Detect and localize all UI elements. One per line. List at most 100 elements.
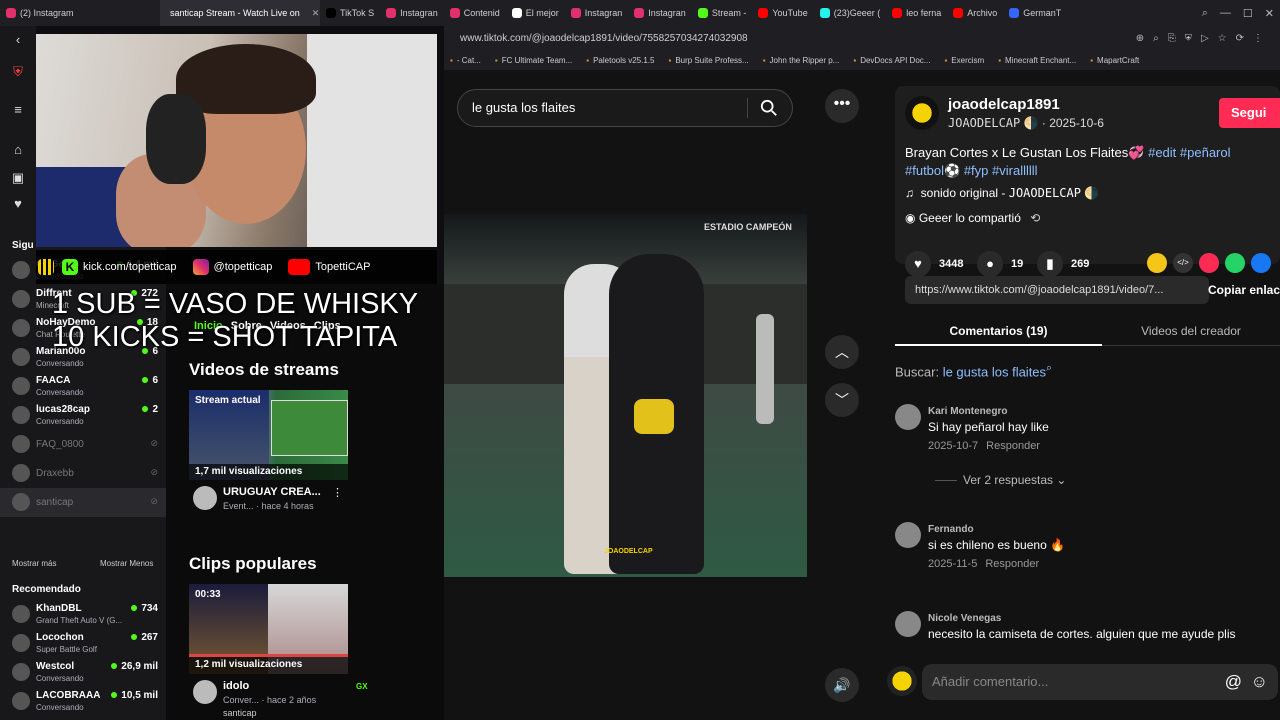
sidebar-channel[interactable]: lucas28cap Conversando 2: [0, 401, 166, 430]
shared-by-text: Geeer lo compartió: [918, 211, 1021, 225]
facebook-icon[interactable]: [1251, 253, 1271, 273]
avatar[interactable]: [895, 522, 921, 548]
sidebar-channel[interactable]: FAQ_0800 ⊘: [0, 430, 166, 459]
reply-button[interactable]: Responder: [985, 558, 1039, 570]
offline-icon: ⊘: [150, 467, 158, 477]
sound-row[interactable]: ♫ sonido original - JOAODELCAP 🌗: [905, 186, 1099, 200]
browser-tab[interactable]: santicap Stream - Watch Live on ✕: [160, 0, 320, 26]
close-icon[interactable]: ✕: [1265, 7, 1274, 20]
whatsapp-icon[interactable]: [1225, 253, 1245, 273]
browser-tab[interactable]: GermanT: [1003, 0, 1067, 26]
search-icon[interactable]: [760, 99, 778, 117]
browser-tab[interactable]: Instagran: [565, 0, 629, 26]
browse-icon[interactable]: ▣: [10, 170, 26, 186]
sidebar-channel[interactable]: KhanDBL Grand Theft Auto V (G... 734: [0, 600, 166, 629]
tab-label: Stream -: [711, 8, 747, 18]
more-options-icon[interactable]: ⋮: [332, 486, 343, 499]
view-replies-button[interactable]: Ver 2 respuestas ⌄: [935, 473, 1066, 487]
mention-icon[interactable]: @: [1225, 664, 1242, 700]
clip-views: 1,2 mil visualizaciones: [195, 659, 303, 670]
instagram-logo-icon: [192, 259, 209, 275]
browser-tab[interactable]: TikTok S: [320, 0, 380, 26]
show-more-link[interactable]: Mostrar más: [12, 559, 56, 568]
bookmark-item[interactable]: MapartCraft: [1090, 56, 1139, 65]
following-heart-icon[interactable]: ♥: [10, 196, 26, 212]
menu-icon[interactable]: ≡: [10, 102, 26, 118]
bookmark-item[interactable]: John the Ripper p...: [763, 56, 840, 65]
browser-tab[interactable]: leo ferna: [886, 0, 947, 26]
close-tab-icon[interactable]: ✕: [304, 8, 320, 19]
comment-user[interactable]: Fernando: [928, 524, 974, 535]
bookmark-item[interactable]: DevDocs API Doc...: [853, 56, 930, 65]
bookmark-item[interactable]: Minecraft Enchant...: [998, 56, 1076, 65]
share-url-field[interactable]: https://www.tiktok.com/@joaodelcap1891/v…: [905, 276, 1209, 304]
follow-button[interactable]: Segui: [1219, 98, 1280, 128]
bookmark-item[interactable]: FC Ultimate Team...: [495, 56, 573, 65]
address-bar-icons[interactable]: ⊕⌕⎘⛨▷☆⟳⋮: [1136, 33, 1272, 44]
comment-date: 2025-11-5: [928, 558, 978, 570]
home-icon[interactable]: ⌂: [10, 142, 26, 158]
browser-tab[interactable]: Archivo: [947, 0, 1003, 26]
add-comment-input[interactable]: Añadir comentario... @ ☺: [922, 664, 1278, 700]
emoji-icon[interactable]: ☺: [1251, 664, 1268, 700]
stream-webcam-video[interactable]: [36, 34, 437, 247]
like-stat[interactable]: ♥ 3448: [905, 251, 963, 277]
clip-title: idolo: [223, 680, 250, 692]
send-icon[interactable]: [1199, 253, 1219, 273]
sidebar-channel[interactable]: LACOBRAAA Conversando 10,5 mil: [0, 687, 166, 716]
minimize-icon[interactable]: —: [1220, 7, 1231, 19]
brave-shield-icon[interactable]: ⛨: [10, 64, 26, 80]
stream-overlay-text: 1 SUB = VASO DE WHISKY 10 KICKS = SHOT T…: [52, 288, 418, 354]
address-bar[interactable]: www.tiktok.com/@joaodelcap1891/video/755…: [444, 26, 1280, 50]
volume-icon[interactable]: 🔊: [825, 668, 859, 702]
search-term-link[interactable]: le gusta los flaites: [943, 364, 1046, 379]
save-stat[interactable]: ▮ 269: [1037, 251, 1089, 277]
browser-tab[interactable]: Contenid: [444, 0, 506, 26]
stream-thumbnail[interactable]: Stream actual 1,7 mil visualizaciones: [189, 390, 348, 480]
more-options-icon[interactable]: •••: [825, 89, 859, 123]
search-input[interactable]: le gusta los flaites: [457, 89, 793, 127]
copy-link-button[interactable]: Copiar enlac: [1208, 276, 1280, 304]
browser-tab[interactable]: (2) Instagram: [0, 0, 160, 26]
back-arrow-icon[interactable]: ‹: [10, 32, 26, 48]
next-video-icon[interactable]: ﹀: [825, 383, 859, 417]
show-less-link[interactable]: Mostrar Menos: [100, 559, 153, 568]
bookmark-item[interactable]: Paletools v25.1.5: [586, 56, 654, 65]
author-handle[interactable]: joaodelcap1891: [948, 96, 1060, 113]
reply-button[interactable]: Responder: [986, 440, 1040, 452]
caption-hashtags-1[interactable]: #edit #peñarol: [1148, 145, 1230, 160]
url-text[interactable]: www.tiktok.com/@joaodelcap1891/video/755…: [460, 33, 748, 44]
search-tabs-icon[interactable]: ⌕: [1202, 7, 1208, 20]
browser-tab[interactable]: El mejor: [506, 0, 565, 26]
author-avatar[interactable]: [905, 96, 939, 130]
comment-stat[interactable]: ● 19: [977, 251, 1023, 277]
embed-code-icon[interactable]: </>: [1173, 253, 1193, 273]
bookmark-item[interactable]: - Cat...: [450, 56, 481, 65]
caption-hashtags-2[interactable]: #futbol⚽ #fyp #virallllll: [905, 163, 1038, 178]
tab-comments[interactable]: Comentarios (19): [895, 316, 1102, 346]
comment-text: Si hay peñarol hay like: [928, 420, 1049, 434]
sidebar-channel[interactable]: Locochon Super Battle Golf 267: [0, 629, 166, 658]
browser-tab[interactable]: Instagran: [628, 0, 692, 26]
sidebar-channel[interactable]: Draxebb ⊘: [0, 459, 166, 488]
previous-video-icon[interactable]: ︿: [825, 335, 859, 369]
share-friends-icon[interactable]: [1147, 253, 1167, 273]
browser-tab[interactable]: Stream -: [692, 0, 753, 26]
tab-creator-videos[interactable]: Videos del creador: [1102, 316, 1280, 346]
tiktok-video[interactable]: ESTADIO CAMPEÓN JOAODELCAP: [444, 214, 807, 577]
sidebar-channel[interactable]: santicap ⊘: [0, 488, 166, 517]
bookmark-item[interactable]: Burp Suite Profess...: [668, 56, 748, 65]
comment-user[interactable]: Nicole Venegas: [928, 613, 1001, 624]
stream-age: · hace 4 horas: [256, 501, 314, 511]
clip-thumbnail[interactable]: 00:33 1,2 mil visualizaciones: [189, 584, 348, 674]
bookmark-item[interactable]: Exercism: [944, 56, 984, 65]
browser-tab[interactable]: YouTube: [752, 0, 813, 26]
sidebar-channel[interactable]: Westcol Conversando 26,9 mil: [0, 658, 166, 687]
browser-tab[interactable]: (23)Geeer (: [814, 0, 887, 26]
avatar[interactable]: [895, 611, 921, 637]
browser-tab[interactable]: Instagran: [380, 0, 444, 26]
sidebar-channel[interactable]: FAACA Conversando 6: [0, 372, 166, 401]
maximize-icon[interactable]: ☐: [1243, 7, 1253, 20]
comment-user[interactable]: Kari Montenegro: [928, 406, 1007, 417]
avatar[interactable]: [895, 404, 921, 430]
